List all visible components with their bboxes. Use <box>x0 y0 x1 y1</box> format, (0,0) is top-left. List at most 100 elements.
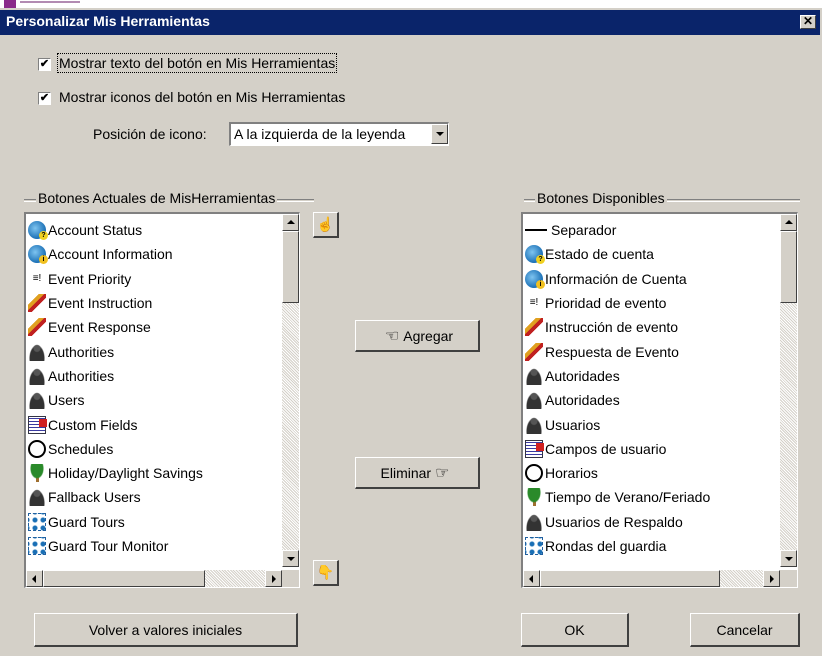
event-priority-icon: ≡! <box>32 272 42 284</box>
list-item-label: Respuesta de Evento <box>545 343 679 360</box>
event-response-icon <box>525 342 543 361</box>
account-information-icon: i <box>28 245 48 265</box>
list-item[interactable]: Event Instruction <box>28 291 203 315</box>
list-item[interactable]: ? Account Status <box>28 218 203 242</box>
available-vertical-scrollbar[interactable] <box>780 214 797 567</box>
current-items: ? Account Status i Account Information ≡! Eve… <box>28 218 203 558</box>
scroll-thumb-horizontal[interactable] <box>43 570 205 587</box>
scroll-up-button[interactable] <box>282 214 299 231</box>
dropdown-arrow-button[interactable] <box>431 124 448 144</box>
list-item-label: Autoridades <box>545 392 620 409</box>
guard-tour-monitor-icon <box>28 537 46 555</box>
event-response-icon <box>28 318 46 337</box>
list-item[interactable]: Autoridades <box>525 388 710 412</box>
list-item[interactable]: Rondas del guardia <box>525 534 710 558</box>
show-text-checkbox[interactable]: ✔ <box>38 58 51 71</box>
list-item-label: Guard Tour Monitor <box>48 538 169 554</box>
list-item-label: Prioridad de evento <box>545 295 667 312</box>
arrow-down-icon <box>287 557 295 561</box>
remove-button-label: Eliminar <box>380 464 432 481</box>
list-item[interactable]: Users <box>28 388 203 412</box>
list-item[interactable]: Event Response <box>28 315 203 339</box>
list-item-label: Holiday/Daylight Savings <box>48 465 203 482</box>
list-item-label: Authorities <box>48 367 115 384</box>
list-item[interactable]: Respuesta de Evento <box>525 339 710 363</box>
scroll-up-button[interactable] <box>780 214 797 231</box>
list-item[interactable]: i Información de Cuenta <box>525 267 710 291</box>
hand-down-icon: 👇 <box>316 564 335 580</box>
list-item-label: Información de Cuenta <box>545 270 687 287</box>
list-item-label: Autoridades <box>545 367 620 384</box>
arrow-up-icon <box>785 220 793 224</box>
account-status-icon: ? <box>525 245 545 265</box>
list-item[interactable]: Guard Tour Monitor <box>28 534 203 558</box>
list-item[interactable]: Custom Fields <box>28 412 203 436</box>
list-item-label: Usuarios <box>545 416 601 433</box>
list-item-label: Fallback Users <box>48 489 141 506</box>
ok-button[interactable]: OK <box>521 613 629 647</box>
list-item[interactable]: ≡! Event Priority <box>28 267 203 291</box>
show-icons-checkbox[interactable]: ✔ <box>38 92 51 105</box>
reset-defaults-button[interactable]: Volver a valores iniciales <box>34 613 298 647</box>
list-item[interactable]: Tiempo de Verano/Feriado <box>525 485 710 509</box>
scroll-right-button[interactable] <box>763 570 780 587</box>
arrow-left-icon <box>32 575 36 583</box>
list-item-label: Users <box>48 392 85 409</box>
scroll-down-button[interactable] <box>780 550 797 567</box>
list-item[interactable]: Guard Tours <box>28 510 203 534</box>
list-item-label: Guard Tours <box>48 513 125 530</box>
current-buttons-list[interactable]: ? Account Status i Account Information ≡! Eve… <box>24 212 300 588</box>
scroll-thumb-horizontal[interactable] <box>540 570 720 587</box>
list-item[interactable]: ? Estado de cuenta <box>525 242 710 266</box>
scrollbar-corner <box>780 570 797 587</box>
cancel-button[interactable]: Cancelar <box>690 613 800 647</box>
list-item[interactable]: ≡! Prioridad de evento <box>525 291 710 315</box>
move-up-button[interactable]: ☝ <box>313 212 339 238</box>
move-down-button[interactable]: 👇 <box>313 560 339 586</box>
list-item[interactable]: Separador <box>525 218 710 242</box>
list-item[interactable]: Instrucción de evento <box>525 315 710 339</box>
close-button[interactable]: ✕ <box>800 15 816 29</box>
available-buttons-list[interactable]: Separador? Estado de cuenta i Información d… <box>521 212 798 588</box>
icon-position-select[interactable]: A la izquierda de la leyenda <box>229 122 449 146</box>
list-item[interactable]: Autoridades <box>525 364 710 388</box>
list-item[interactable]: Authorities <box>28 339 203 363</box>
list-item[interactable]: Campos de usuario <box>525 437 710 461</box>
scroll-right-button[interactable] <box>265 570 282 587</box>
list-item[interactable]: i Account Information <box>28 242 203 266</box>
current-vertical-scrollbar[interactable] <box>282 214 299 567</box>
event-instruction-icon <box>28 294 46 313</box>
holiday-icon <box>28 464 46 483</box>
list-item[interactable]: Fallback Users <box>28 485 203 509</box>
list-item[interactable]: Usuarios de Respaldo <box>525 510 710 534</box>
current-horizontal-scrollbar[interactable] <box>26 570 282 587</box>
hand-up-icon: ☝ <box>316 216 335 232</box>
list-item-label: Campos de usuario <box>545 440 667 457</box>
scroll-thumb[interactable] <box>780 231 797 303</box>
event-priority-icon: ≡! <box>529 297 539 309</box>
list-item-label: Event Priority <box>48 270 132 287</box>
list-item-label: Account Information <box>48 246 173 263</box>
account-information-icon: i <box>525 269 545 289</box>
list-item[interactable]: Horarios <box>525 461 710 485</box>
show-icons-label: Mostrar iconos del botón en Mis Herramie… <box>59 89 346 105</box>
show-text-label: Mostrar texto del botón en Mis Herramien… <box>56 53 338 73</box>
list-item-label: Separador <box>551 222 617 239</box>
customize-dialog: Personalizar Mis Herramientas ✕ ✔ Mostra… <box>0 8 822 656</box>
scroll-thumb[interactable] <box>282 231 299 303</box>
scroll-down-button[interactable] <box>282 550 299 567</box>
close-icon: ✕ <box>802 14 814 28</box>
authorities-icon <box>28 366 46 385</box>
list-item[interactable]: Holiday/Daylight Savings <box>28 461 203 485</box>
list-item[interactable]: Schedules <box>28 437 203 461</box>
list-item[interactable]: Authorities <box>28 364 203 388</box>
available-horizontal-scrollbar[interactable] <box>523 570 780 587</box>
scroll-left-button[interactable] <box>523 570 540 587</box>
custom-fields-icon <box>28 415 47 434</box>
hand-right-icon: ☞ <box>435 464 450 482</box>
list-item[interactable]: Usuarios <box>525 412 710 436</box>
remove-button[interactable]: Eliminar ☞ <box>355 457 480 489</box>
scroll-left-button[interactable] <box>26 570 43 587</box>
add-button[interactable]: ☜ Agregar <box>355 320 480 352</box>
list-item-label: Estado de cuenta <box>545 246 654 263</box>
